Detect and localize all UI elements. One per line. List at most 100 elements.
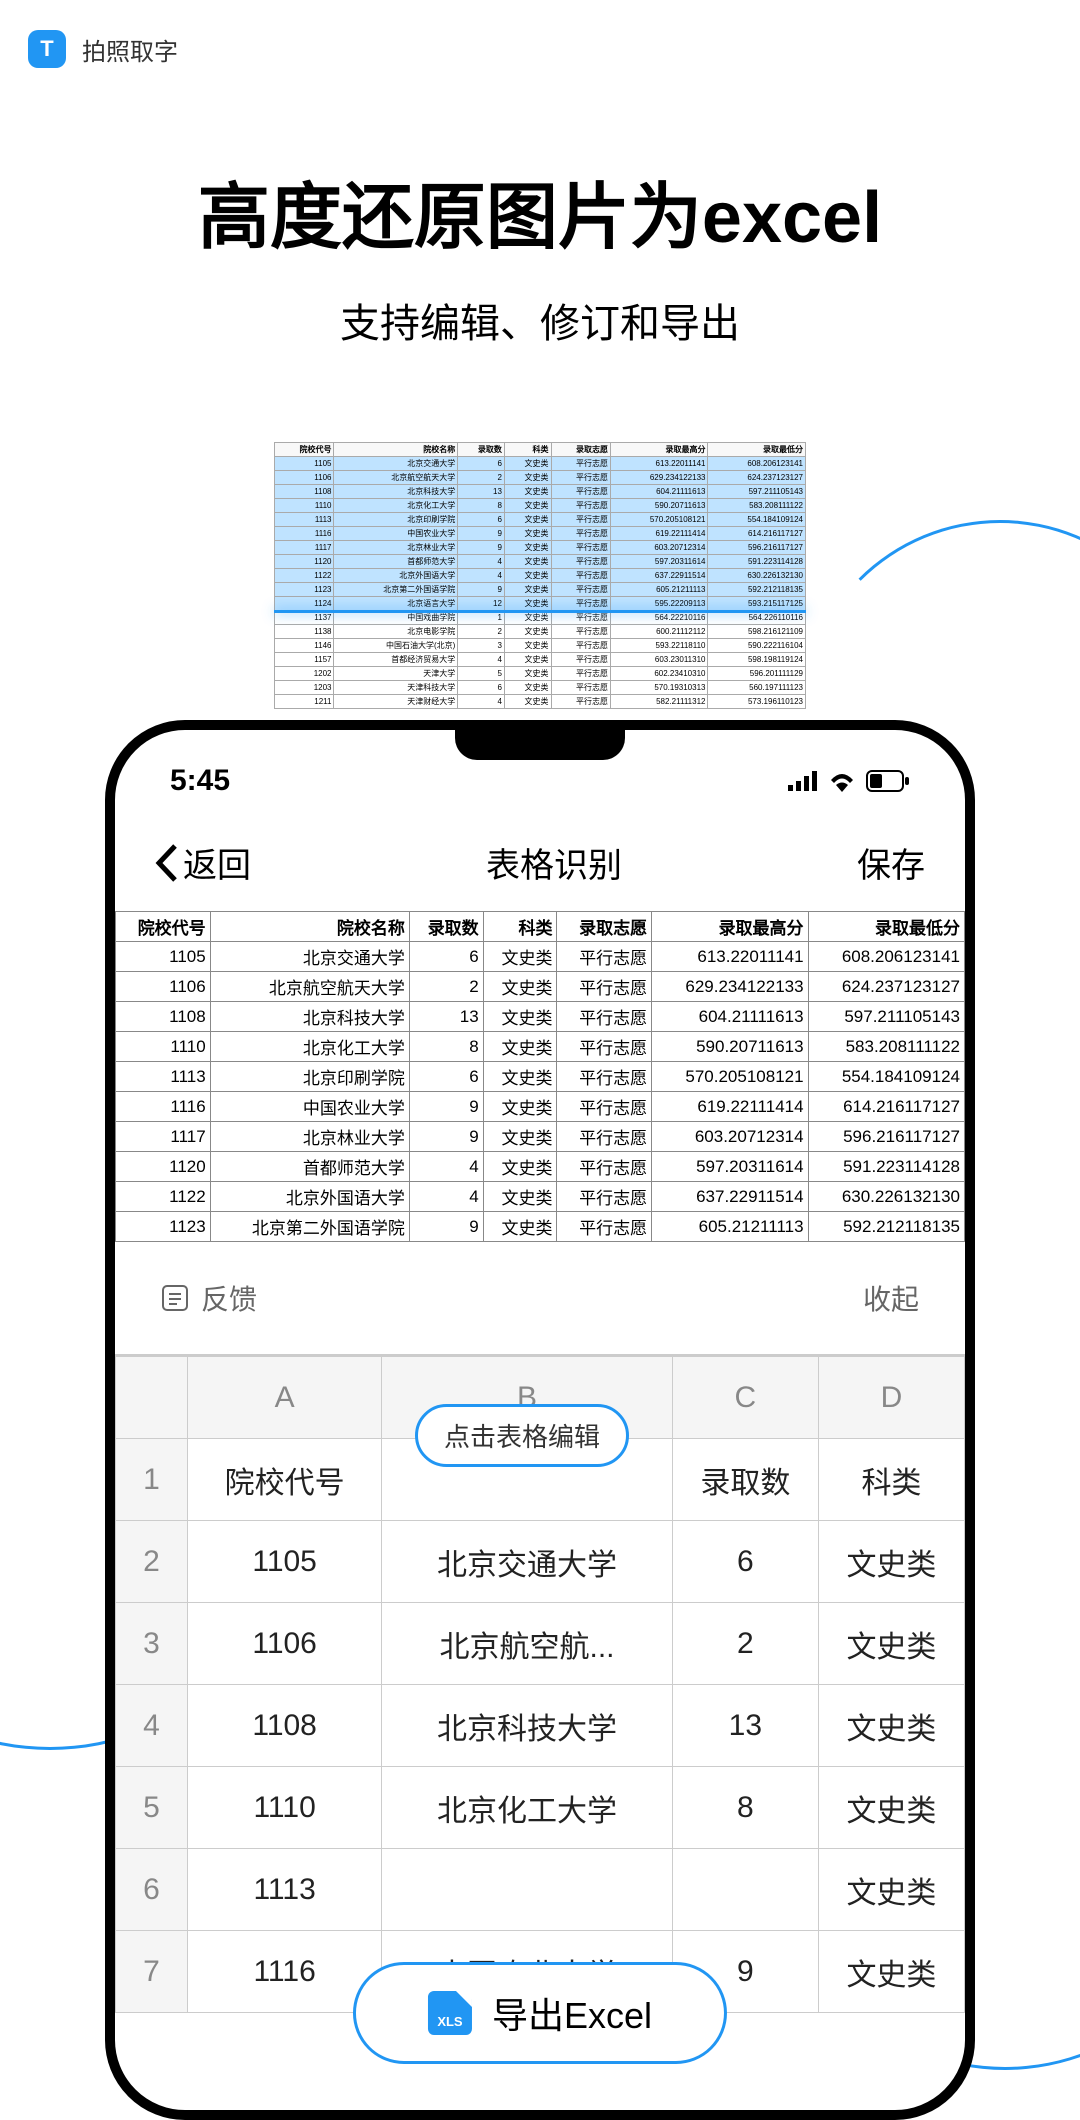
cell[interactable] (672, 1849, 818, 1931)
cell[interactable]: 文史类 (818, 1521, 964, 1603)
app-header: T 拍照取字 (0, 0, 1080, 98)
cell[interactable]: 1106 (188, 1603, 382, 1685)
cell[interactable]: 1105 (188, 1521, 382, 1603)
feedback-label: 反馈 (201, 1278, 257, 1318)
save-button[interactable]: 保存 (857, 838, 925, 887)
status-icons (788, 770, 910, 792)
cell[interactable]: 北京化工大学 (382, 1767, 673, 1849)
table-row: 1108北京科技大学13文史类平行志愿604.21111613597.21110… (275, 485, 806, 499)
xls-icon: XLS (428, 1991, 472, 2035)
table-row: 1106北京航空航天大学2文史类平行志愿629.234122133624.237… (116, 972, 965, 1002)
row-header[interactable]: 1 (116, 1439, 188, 1521)
back-label: 返回 (183, 838, 251, 887)
hero-title: 高度还原图片为excel (0, 158, 1080, 263)
cell[interactable]: 文史类 (818, 1849, 964, 1931)
table-row: 1122北京外国语大学4文史类平行志愿637.22911514630.22613… (275, 569, 806, 583)
page-title: 表格识别 (486, 838, 622, 887)
cell[interactable]: 8 (672, 1767, 818, 1849)
hero: 高度还原图片为excel 支持编辑、修订和导出 (0, 158, 1080, 349)
column-header[interactable]: A (188, 1357, 382, 1439)
cell[interactable]: 文史类 (818, 1931, 964, 2013)
cell[interactable]: 文史类 (818, 1685, 964, 1767)
table-row: 1117北京林业大学9文史类平行志愿603.20712314596.216117… (116, 1122, 965, 1152)
phone-frame: 5:45 返回 表格识别 保存 院校代号院校名称录取数科类录取志愿录取最高分录取… (105, 720, 975, 2120)
column-header: 录取数 (409, 912, 483, 942)
cell[interactable]: 北京航空航... (382, 1603, 673, 1685)
cell[interactable] (382, 1849, 673, 1931)
feedback-button[interactable]: 反馈 (161, 1278, 257, 1318)
cell[interactable]: 院校代号 (188, 1439, 382, 1521)
table-row: 1116中国农业大学9文史类平行志愿619.22111414614.216117… (116, 1092, 965, 1122)
table-row: 1123北京第二外国语学院9文史类平行志愿605.21211113592.212… (116, 1212, 965, 1242)
export-label: 导出Excel (492, 1987, 652, 2039)
phone-nav: 返回 表格识别 保存 (115, 808, 965, 911)
cell[interactable]: 1110 (188, 1767, 382, 1849)
row-header[interactable]: 4 (116, 1685, 188, 1767)
cell[interactable]: 文史类 (818, 1767, 964, 1849)
table-row: 1123北京第二外国语学院9文史类平行志愿605.21211113592.212… (275, 583, 806, 597)
table-row: 1157首都经济贸易大学4文史类平行志愿603.23011310598.1981… (275, 653, 806, 667)
row-header[interactable]: 2 (116, 1521, 188, 1603)
table-row: 1120首都师范大学4文史类平行志愿597.20311614591.223114… (275, 555, 806, 569)
column-header[interactable]: D (818, 1357, 964, 1439)
cell[interactable]: 北京交通大学 (382, 1521, 673, 1603)
row-header[interactable]: 3 (116, 1603, 188, 1685)
table-row: 1117北京林业大学9文史类平行志愿603.20712314596.216117… (275, 541, 806, 555)
table-row: 1110北京化工大学8文史类平行志愿590.20711613583.208111… (116, 1032, 965, 1062)
table-row: 1116中国农业大学9文史类平行志愿619.22111414614.216117… (275, 527, 806, 541)
table-row: 1108北京科技大学13文史类平行志愿604.21111613597.21110… (116, 1002, 965, 1032)
table-row: 1113北京印刷学院6文史类平行志愿570.205108121554.18410… (275, 513, 806, 527)
cell[interactable]: 1108 (188, 1685, 382, 1767)
table-row: 1138北京电影学院2文史类平行志愿600.21112112598.216121… (275, 625, 806, 639)
column-header: 院校代号 (116, 912, 211, 942)
scan-line (274, 610, 806, 613)
table-row: 1124北京语言大学12文史类平行志愿595.22209113593.21511… (275, 597, 806, 611)
column-header[interactable]: C (672, 1357, 818, 1439)
table-row: 1110北京化工大学8文史类平行志愿590.20711613583.208111… (275, 499, 806, 513)
app-name: 拍照取字 (82, 32, 178, 67)
cell[interactable]: 科类 (818, 1439, 964, 1521)
table-row: 1105北京交通大学6文史类平行志愿613.22011141608.206123… (116, 942, 965, 972)
wifi-icon (828, 770, 856, 792)
cell[interactable]: 录取数 (672, 1439, 818, 1521)
app-icon: T (28, 30, 66, 68)
chevron-left-icon (155, 844, 179, 882)
table-row: 1105北京交通大学6文史类平行志愿613.22011141608.206123… (275, 457, 806, 471)
scan-preview: 院校代号院校名称录取数科类录取志愿录取最高分录取最低分1105北京交通大学6文史… (274, 442, 806, 709)
cell[interactable]: 6 (672, 1521, 818, 1603)
collapse-button[interactable]: 收起 (863, 1278, 919, 1318)
row-header[interactable]: 5 (116, 1767, 188, 1849)
edit-tip-bubble: 点击表格编辑 (415, 1404, 629, 1467)
cell[interactable]: 1116 (188, 1931, 382, 2013)
table-row: 1202天津大学5文史类平行志愿602.23410310596.20111112… (275, 667, 806, 681)
cell[interactable]: 13 (672, 1685, 818, 1767)
table-row: 1106北京航空航天大学2文史类平行志愿629.234122133624.237… (275, 471, 806, 485)
cell[interactable]: 北京科技大学 (382, 1685, 673, 1767)
row-header[interactable]: 6 (116, 1849, 188, 1931)
hero-subtitle: 支持编辑、修订和导出 (0, 291, 1080, 349)
row-header[interactable]: 7 (116, 1931, 188, 2013)
column-header: 院校名称 (210, 912, 409, 942)
table-row: 1203天津科技大学6文史类平行志愿570.19310313560.197111… (275, 681, 806, 695)
column-header: 录取最低分 (808, 912, 964, 942)
table-row: 1120首都师范大学4文史类平行志愿597.20311614591.223114… (116, 1152, 965, 1182)
spreadsheet[interactable]: ABCD1院校代号录取数科类21105北京交通大学6文史类31106北京航空航.… (115, 1354, 965, 2013)
result-table: 院校代号院校名称录取数科类录取志愿录取最高分录取最低分1105北京交通大学6文史… (115, 911, 965, 1242)
table-row: 1146中国石油大学(北京)3文史类平行志愿593.22118110590.22… (275, 639, 806, 653)
table-row: 1113北京印刷学院6文史类平行志愿570.205108121554.18410… (116, 1062, 965, 1092)
cell[interactable]: 2 (672, 1603, 818, 1685)
back-button[interactable]: 返回 (155, 838, 251, 887)
feedback-row: 反馈 收起 (115, 1242, 965, 1354)
phone-notch (455, 730, 625, 760)
column-header: 科类 (483, 912, 557, 942)
export-excel-button[interactable]: XLS 导出Excel (353, 1962, 727, 2064)
cell[interactable]: 文史类 (818, 1603, 964, 1685)
cellular-icon (788, 771, 818, 791)
column-header: 录取志愿 (557, 912, 652, 942)
table-row: 1122北京外国语大学4文史类平行志愿637.22911514630.22613… (116, 1182, 965, 1212)
feedback-icon (161, 1284, 189, 1312)
cell[interactable]: 1113 (188, 1849, 382, 1931)
status-time: 5:45 (170, 764, 230, 798)
battery-icon (866, 770, 910, 792)
table-row: 1211天津财经大学4文史类平行志愿582.21111312573.196110… (275, 695, 806, 709)
